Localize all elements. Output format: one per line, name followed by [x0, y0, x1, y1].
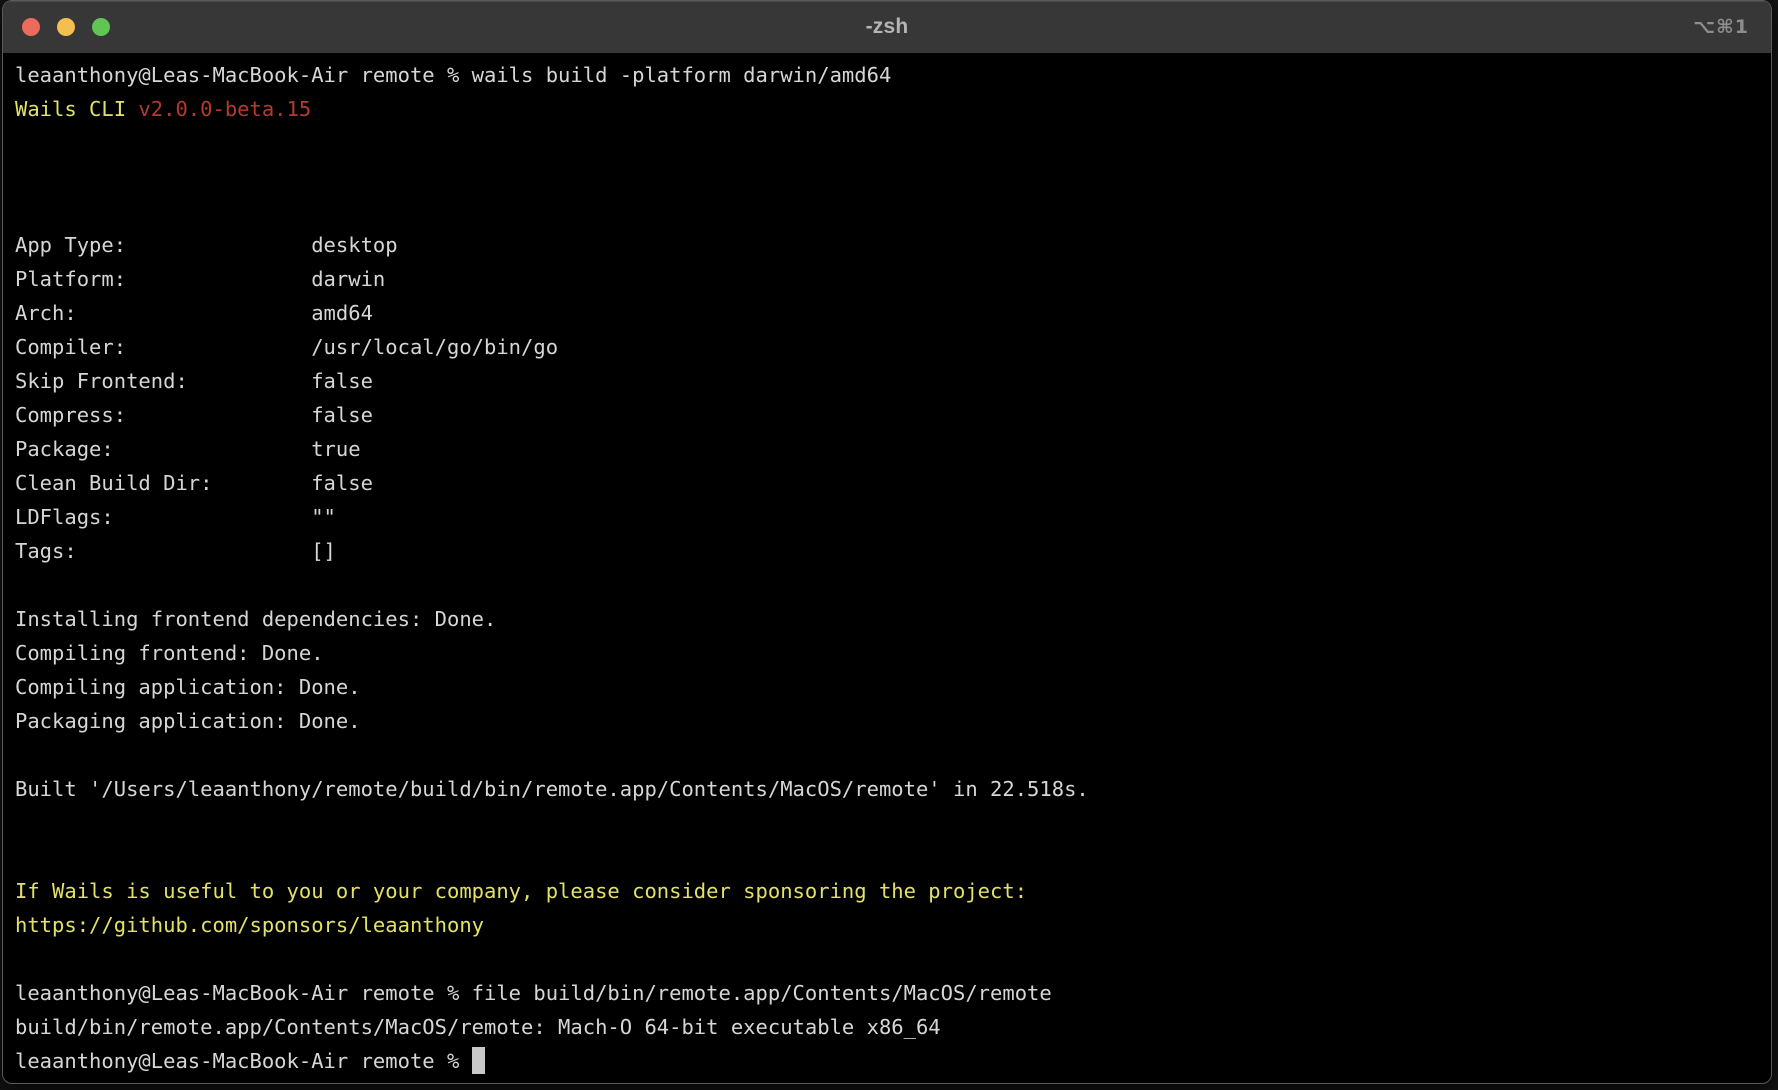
zoom-button[interactable] [92, 18, 110, 36]
terminal-text-span: https://github.com/sponsors/leaanthony [15, 913, 484, 937]
terminal-text-span: Tags: [] [15, 539, 336, 563]
terminal-line: leaanthony@Leas-MacBook-Air remote % [15, 1044, 1761, 1078]
terminal-text-span: Package: true [15, 437, 361, 461]
terminal-text-span: Compiling frontend: Done. [15, 641, 324, 665]
terminal-line: Packaging application: Done. [15, 704, 1761, 738]
terminal-text-span: v2.0.0-beta.15 [138, 97, 311, 121]
terminal-line [15, 568, 1761, 602]
window-titlebar[interactable]: -zsh ⌥⌘1 [3, 1, 1771, 53]
window-shortcut-badge: ⌥⌘1 [1693, 1, 1749, 53]
terminal-line [15, 840, 1761, 874]
terminal-line [15, 160, 1761, 194]
terminal-text-span: Platform: darwin [15, 267, 385, 291]
terminal-line: leaanthony@Leas-MacBook-Air remote % fil… [15, 976, 1761, 1010]
terminal-text-span: leaanthony@Leas-MacBook-Air remote % wai… [15, 63, 891, 87]
terminal-line: Arch: amd64 [15, 296, 1761, 330]
terminal-text-span: leaanthony@Leas-MacBook-Air remote % [15, 1049, 472, 1073]
terminal-text-span: Packaging application: Done. [15, 709, 361, 733]
terminal-line: Skip Frontend: false [15, 364, 1761, 398]
terminal-text-span: leaanthony@Leas-MacBook-Air remote % fil… [15, 981, 1052, 1005]
terminal-text-span: Compress: false [15, 403, 373, 427]
terminal-line: https://github.com/sponsors/leaanthony [15, 908, 1761, 942]
terminal-line [15, 738, 1761, 772]
terminal-line: Compiling frontend: Done. [15, 636, 1761, 670]
terminal-line [15, 806, 1761, 840]
terminal-line: Tags: [] [15, 534, 1761, 568]
terminal-line: Installing frontend dependencies: Done. [15, 602, 1761, 636]
terminal-line: Wails CLI v2.0.0-beta.15 [15, 92, 1761, 126]
terminal-text-span: Compiler: /usr/local/go/bin/go [15, 335, 558, 359]
terminal-line: Compress: false [15, 398, 1761, 432]
terminal-text-span: Clean Build Dir: false [15, 471, 373, 495]
terminal-text-span: build/bin/remote.app/Contents/MacOS/remo… [15, 1015, 941, 1039]
terminal-line: Clean Build Dir: false [15, 466, 1761, 500]
terminal-line: build/bin/remote.app/Contents/MacOS/remo… [15, 1010, 1761, 1044]
terminal-line: If Wails is useful to you or your compan… [15, 874, 1761, 908]
terminal-line [15, 942, 1761, 976]
terminal-text-span: Wails CLI [15, 97, 138, 121]
terminal-line: LDFlags: "" [15, 500, 1761, 534]
terminal-line: leaanthony@Leas-MacBook-Air remote % wai… [15, 58, 1761, 92]
terminal-line: Compiling application: Done. [15, 670, 1761, 704]
terminal-text-span: App Type: desktop [15, 233, 398, 257]
window-title: -zsh [3, 15, 1771, 39]
terminal-text-span: Installing frontend dependencies: Done. [15, 607, 496, 631]
close-button[interactable] [22, 18, 40, 36]
terminal-text-span: Compiling application: Done. [15, 675, 361, 699]
terminal-line [15, 126, 1761, 160]
terminal-text-span: Arch: amd64 [15, 301, 373, 325]
terminal-line: Platform: darwin [15, 262, 1761, 296]
terminal-line: Built '/Users/leaanthony/remote/build/bi… [15, 772, 1761, 806]
terminal-line [15, 194, 1761, 228]
traffic-lights [22, 1, 110, 53]
terminal-text-span: Skip Frontend: false [15, 369, 373, 393]
terminal-text-span: LDFlags: "" [15, 505, 336, 529]
terminal-window: -zsh ⌥⌘1 leaanthony@Leas-MacBook-Air rem… [2, 0, 1772, 1084]
text-cursor [472, 1047, 485, 1074]
terminal-text-span: Built '/Users/leaanthony/remote/build/bi… [15, 777, 1089, 801]
terminal-line: Compiler: /usr/local/go/bin/go [15, 330, 1761, 364]
terminal-text-span: If Wails is useful to you or your compan… [15, 879, 1027, 903]
terminal-line: App Type: desktop [15, 228, 1761, 262]
minimize-button[interactable] [57, 18, 75, 36]
terminal-line: Package: true [15, 432, 1761, 466]
terminal-output[interactable]: leaanthony@Leas-MacBook-Air remote % wai… [3, 53, 1771, 1078]
